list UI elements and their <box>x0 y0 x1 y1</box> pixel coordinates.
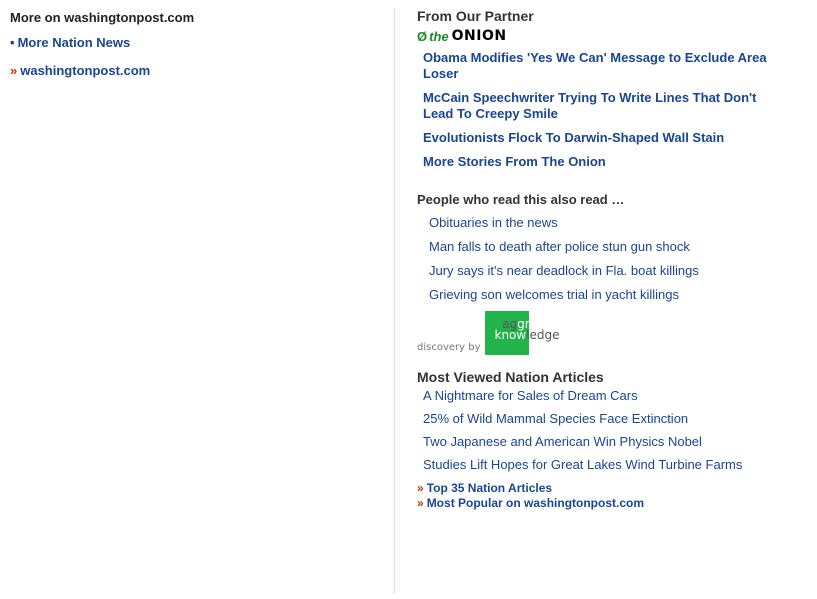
aggregate-knowledge-logo[interactable]: aggregate knowledge <box>484 311 564 355</box>
list-item: Evolutionists Flock To Darwin-Shaped Wal… <box>423 130 773 146</box>
also-read-link[interactable]: Man falls to death after police stun gun… <box>429 239 690 254</box>
onion-story-link[interactable]: Evolutionists Flock To Darwin-Shaped Wal… <box>423 130 724 145</box>
raquo-icon: » <box>10 63 18 78</box>
washingtonpost-row: » washingtonpost.com <box>10 63 370 78</box>
top35-row: » Top 35 Nation Articles <box>417 481 787 496</box>
list-item: 25% of Wild Mammal Species Face Extincti… <box>423 412 753 426</box>
most-viewed-list: A Nightmare for Sales of Dream Cars 25% … <box>423 389 753 472</box>
list-item: A Nightmare for Sales of Dream Cars <box>423 389 753 403</box>
more-links: » Top 35 Nation Articles » Most Popular on… <box>417 481 787 511</box>
raquo-icon: » <box>417 481 424 495</box>
more-nation-news-row: • More Nation News <box>10 35 370 50</box>
right-column: From Our Partner Ø the ONION Obama Modif… <box>417 8 787 511</box>
most-popular-link[interactable]: Most Popular on washingtonpost.com <box>427 496 644 510</box>
list-item: Two Japanese and American Win Physics No… <box>423 435 753 449</box>
list-item: Studies Lift Hopes for Great Lakes Wind … <box>423 458 753 472</box>
aggregate-knowledge-badge[interactable]: discovery by aggregate knowledge <box>417 311 787 355</box>
also-read-link[interactable]: Grieving son welcomes trial in yacht kil… <box>429 287 679 302</box>
most-viewed-link[interactable]: A Nightmare for Sales of Dream Cars <box>423 388 638 403</box>
most-popular-row: » Most Popular on washingtonpost.com <box>417 496 787 511</box>
list-item: Jury says it's near deadlock in Fla. boa… <box>429 263 787 279</box>
washingtonpost-link[interactable]: washingtonpost.com <box>20 63 150 78</box>
list-item: Obama Modifies 'Yes We Can' Message to E… <box>423 50 773 82</box>
onion-story-link[interactable]: Obama Modifies 'Yes We Can' Message to E… <box>423 50 767 81</box>
more-on-heading: More on washingtonpost.com <box>10 10 195 25</box>
list-item: Obituaries in the news <box>429 215 787 231</box>
partner-title: From Our Partner <box>417 8 534 24</box>
onion-logo-name: ONION <box>451 28 507 44</box>
raquo-icon: » <box>417 496 424 510</box>
more-onion-stories-link[interactable]: More Stories From The Onion <box>423 154 606 169</box>
list-item: More Stories From The Onion <box>423 154 773 170</box>
most-viewed-link[interactable]: 25% of Wild Mammal Species Face Extincti… <box>423 411 688 426</box>
leaf-icon: Ø <box>417 28 428 44</box>
most-viewed-link[interactable]: Studies Lift Hopes for Great Lakes Wind … <box>423 457 742 472</box>
also-read-link[interactable]: Obituaries in the news <box>429 215 558 230</box>
onion-story-link[interactable]: McCain Speechwriter Trying To Write Line… <box>423 90 756 121</box>
most-viewed-title: Most Viewed Nation Articles <box>417 369 604 385</box>
aggregate-knowledge-logo-text: aggregate knowledge <box>494 317 564 342</box>
also-read-link[interactable]: Jury says it's near deadlock in Fla. boa… <box>429 263 699 278</box>
list-item: Man falls to death after police stun gun… <box>429 239 787 255</box>
bullet-icon: • <box>10 35 15 50</box>
list-item: McCain Speechwriter Trying To Write Line… <box>423 90 773 122</box>
column-divider <box>394 8 395 593</box>
more-nation-news-link[interactable]: More Nation News <box>18 35 131 50</box>
list-item: Grieving son welcomes trial in yacht kil… <box>429 287 787 303</box>
top35-nation-link[interactable]: Top 35 Nation Articles <box>427 481 552 495</box>
onion-logo-the: the <box>429 28 449 44</box>
people-also-read-list: Obituaries in the news Man falls to deat… <box>429 215 787 303</box>
onion-story-list: Obama Modifies 'Yes We Can' Message to E… <box>423 50 773 170</box>
people-also-read-title: People who read this also read … <box>417 192 625 207</box>
discovery-by-label: discovery by <box>417 342 481 353</box>
onion-logo[interactable]: Ø the ONION <box>417 28 787 44</box>
most-viewed-link[interactable]: Two Japanese and American Win Physics No… <box>423 434 702 449</box>
left-column: More on washingtonpost.com • More Nation … <box>10 10 370 91</box>
